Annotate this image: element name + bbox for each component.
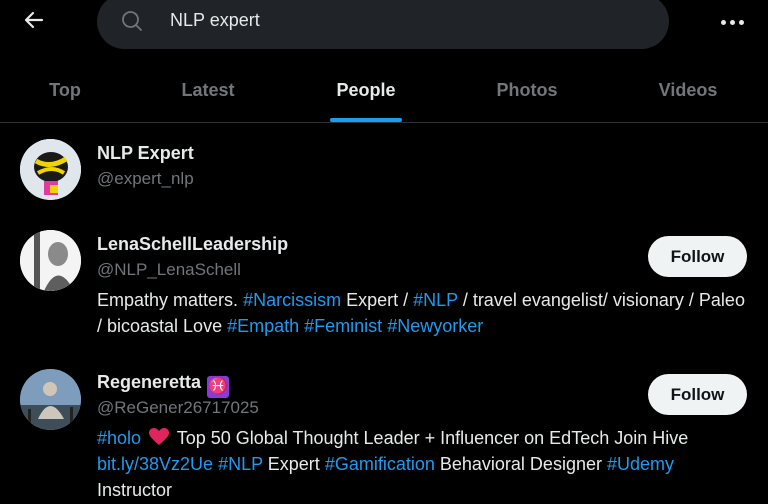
avatar[interactable] [20,139,81,200]
dot-icon [738,19,744,25]
tab-label: Videos [658,79,718,100]
user-result[interactable]: LenaSchellLeadership @NLP_LenaSchell Fol… [0,216,768,352]
search-tabs: Top Latest People Photos Videos [0,58,768,123]
active-tab-indicator [330,118,402,122]
tab-label: People [336,79,396,100]
hashtag-link[interactable]: #Narcissism [243,290,341,310]
tab-photos[interactable]: Photos [462,58,592,122]
user-name-text: Regeneretta [97,372,202,392]
bio-text: Expert / [341,290,414,310]
user-result[interactable]: NLP Expert @expert_nlp [0,124,768,216]
bio-text: Top 50 Global Thought Leader + Influence… [172,428,689,448]
user-name[interactable]: NLP Expert [97,143,194,164]
tab-people[interactable]: People [301,58,431,122]
hashtag-link[interactable]: #Udemy [607,454,674,474]
hashtag-link[interactable]: #holo [97,428,141,448]
hashtag-link[interactable]: #Newyorker [387,316,483,336]
user-bio: Empathy matters. #Narcissism Expert / #N… [97,287,747,339]
bio-text: Instructor [97,480,173,500]
tab-videos[interactable]: Videos [623,58,753,122]
user-bio: #holo Top 50 Global Thought Leader + Inf… [97,425,747,503]
user-name[interactable]: LenaSchellLeadership [97,234,288,255]
tab-label: Top [49,79,81,100]
heart-icon [149,428,170,445]
dot-icon [729,19,735,25]
search-input[interactable] [170,6,640,34]
user-name[interactable]: Regeneretta ♓ [97,372,230,398]
tab-label: Photos [496,79,558,100]
user-handle: @ReGener26717025 [97,398,259,417]
search-box[interactable] [97,0,669,49]
hashtag-link[interactable]: #NLP [218,454,263,474]
tab-label: Latest [181,79,235,100]
avatar-image [20,230,81,291]
follow-button[interactable]: Follow [648,374,747,415]
bio-text: Expert [262,454,325,474]
arrow-left-icon [24,11,44,29]
dot-icon [720,19,726,25]
user-result[interactable]: Regeneretta ♓ @ReGener26717025 Follow #ho… [0,354,768,504]
bio-text: Behavioral Designer [434,454,607,474]
tab-top[interactable]: Top [0,58,130,122]
back-button[interactable] [20,6,48,34]
hashtag-link[interactable]: #NLP [413,290,458,310]
avatar[interactable] [20,230,81,291]
bio-link[interactable]: bit.ly/38Vz2Ue [97,454,213,474]
hashtag-link[interactable]: #Empath [227,316,299,336]
hashtag-link[interactable]: #Gamification [325,454,435,474]
hashtag-link[interactable]: #Feminist [304,316,382,336]
user-handle: @expert_nlp [97,169,194,188]
top-bar [0,0,768,49]
avatar-image [20,139,81,200]
more-options-button[interactable] [716,8,748,36]
pisces-icon: ♓ [207,376,230,398]
avatar-image [20,369,81,430]
bio-text: Empathy matters. [97,290,244,310]
follow-button[interactable]: Follow [648,236,747,277]
search-icon [122,11,142,31]
user-handle: @NLP_LenaSchell [97,260,241,279]
tab-latest[interactable]: Latest [143,58,273,122]
avatar[interactable] [20,369,81,430]
